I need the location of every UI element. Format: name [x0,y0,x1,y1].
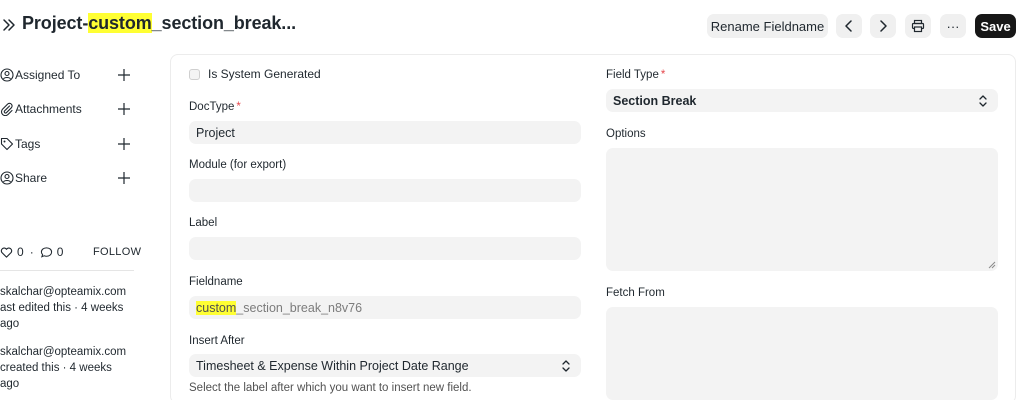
is-system-generated-checkbox[interactable] [189,68,200,80]
chevron-right-icon [880,20,887,32]
share-icon [0,171,14,185]
label-field[interactable] [189,237,581,260]
save-button[interactable]: Save [975,14,1016,38]
sidebar-item-tags[interactable]: Tags [0,133,134,155]
insert-after-select[interactable]: Timesheet & Expense Within Project Date … [189,354,581,377]
printer-icon [911,19,925,33]
sidebar-item-label: Attachments [15,102,82,116]
select-arrows-icon [562,360,570,372]
more-actions-button[interactable]: ··· [940,14,966,38]
heart-icon[interactable] [0,246,13,259]
activity-text: ast edited this · 4 weeks [0,302,124,314]
plus-icon[interactable] [117,171,131,185]
sidebar-item-share[interactable]: Share [0,167,134,189]
page-title: Project-custom_section_break... [22,13,297,33]
plus-icon[interactable] [117,102,131,116]
like-count: 0 [17,245,24,259]
fieldname-label: Fieldname [189,276,243,288]
comment-count: 0 [56,245,64,259]
select-arrows-icon [979,95,987,107]
plus-icon[interactable] [117,68,131,82]
label-label: Label [189,217,218,229]
sidebar-item-label: Assigned To [15,68,81,82]
fetch-from-label: Fetch From [606,287,665,299]
insert-after-label: Insert After [189,335,245,347]
rename-fieldname-button[interactable]: Rename Fieldname [707,14,828,38]
options-label: Options [606,128,646,140]
next-doc-button[interactable] [870,14,896,38]
form-sidebar: Assigned To Attachments Tags Share 0 · 0… [0,52,141,400]
sidebar-item-attachments[interactable]: Attachments [0,98,134,120]
module-label: Module (for export) [189,159,287,171]
fetch-from-textarea[interactable] [606,307,998,400]
paperclip-icon [0,102,13,116]
chevron-left-icon [845,20,852,32]
is-system-generated-row[interactable]: Is System Generated [189,67,321,81]
doctype-label: DocType * [189,101,241,113]
sidebar-toggle-icon[interactable] [2,14,16,36]
activity-edited: skalchar@opteamix.com ast edited this · … [0,284,134,332]
options-textarea[interactable] [606,148,998,271]
field-type-label: Field Type * [606,69,666,81]
insert-after-help: Select the label after which you want to… [189,382,472,394]
user-assign-icon [0,68,14,82]
module-field[interactable] [189,179,581,202]
fieldname-field: custom _section_break_n8v76 [189,296,581,319]
sidebar-item-label: Tags [15,137,41,151]
follow-button[interactable]: FOLLOW [93,246,141,258]
previous-doc-button[interactable] [836,14,862,38]
sidebar-item-assigned-to[interactable]: Assigned To [0,64,134,86]
separator-dot: · [29,245,34,259]
plus-icon[interactable] [117,137,131,151]
activity-user[interactable]: skalchar@opteamix.com [0,344,134,360]
page-header: Project-custom_section_break... Rename F… [0,0,1024,52]
likes-comments-row: 0 · 0 FOLLOW [0,241,141,263]
tag-icon [0,137,14,151]
field-type-select[interactable]: Section Break [606,89,998,112]
activity-text: created this · 4 weeks ago [0,362,112,390]
comment-icon[interactable] [40,246,53,259]
sidebar-divider [0,270,134,271]
sidebar-item-label: Share [15,171,48,185]
activity-created: skalchar@opteamix.com created this · 4 w… [0,344,134,392]
is-system-generated-label: Is System Generated [208,67,321,81]
activity-text: ago [0,318,20,330]
activity-user[interactable]: skalchar@opteamix.com [0,284,134,300]
resize-handle-icon[interactable] [988,261,996,269]
print-button[interactable] [905,14,931,38]
doctype-field[interactable]: Project [189,121,581,144]
